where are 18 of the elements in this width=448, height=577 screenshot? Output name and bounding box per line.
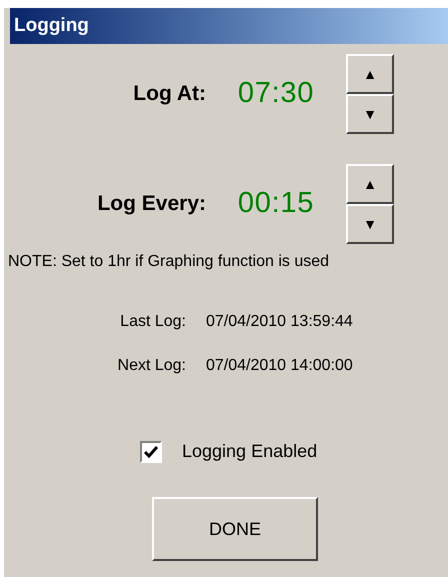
info-value: 07/04/2010 13:59:44 — [206, 312, 353, 332]
checkbox-label: Logging Enabled — [182, 440, 318, 463]
spinner-label: Log Every: — [96, 191, 206, 218]
down-button[interactable]: ▼ — [346, 94, 394, 134]
done-button[interactable]: DONE — [152, 497, 318, 561]
info-label: Next Log: — [116, 356, 186, 376]
info-label: Last Log: — [119, 312, 186, 332]
up-button[interactable]: ▲ — [346, 164, 394, 204]
time-value: 07:30 — [236, 76, 316, 112]
window-title: Logging — [10, 8, 448, 44]
checkbox[interactable] — [140, 440, 162, 462]
note-text: NOTE: Set to 1hr if Graphing function is used — [8, 252, 330, 272]
down-button[interactable]: ▼ — [346, 204, 394, 244]
spinner-label: Log At: — [132, 81, 206, 108]
up-button[interactable]: ▲ — [346, 54, 394, 94]
info-value: 07/04/2010 14:00:00 — [206, 356, 353, 376]
time-value: 00:15 — [236, 186, 316, 222]
check-icon — [144, 446, 158, 458]
